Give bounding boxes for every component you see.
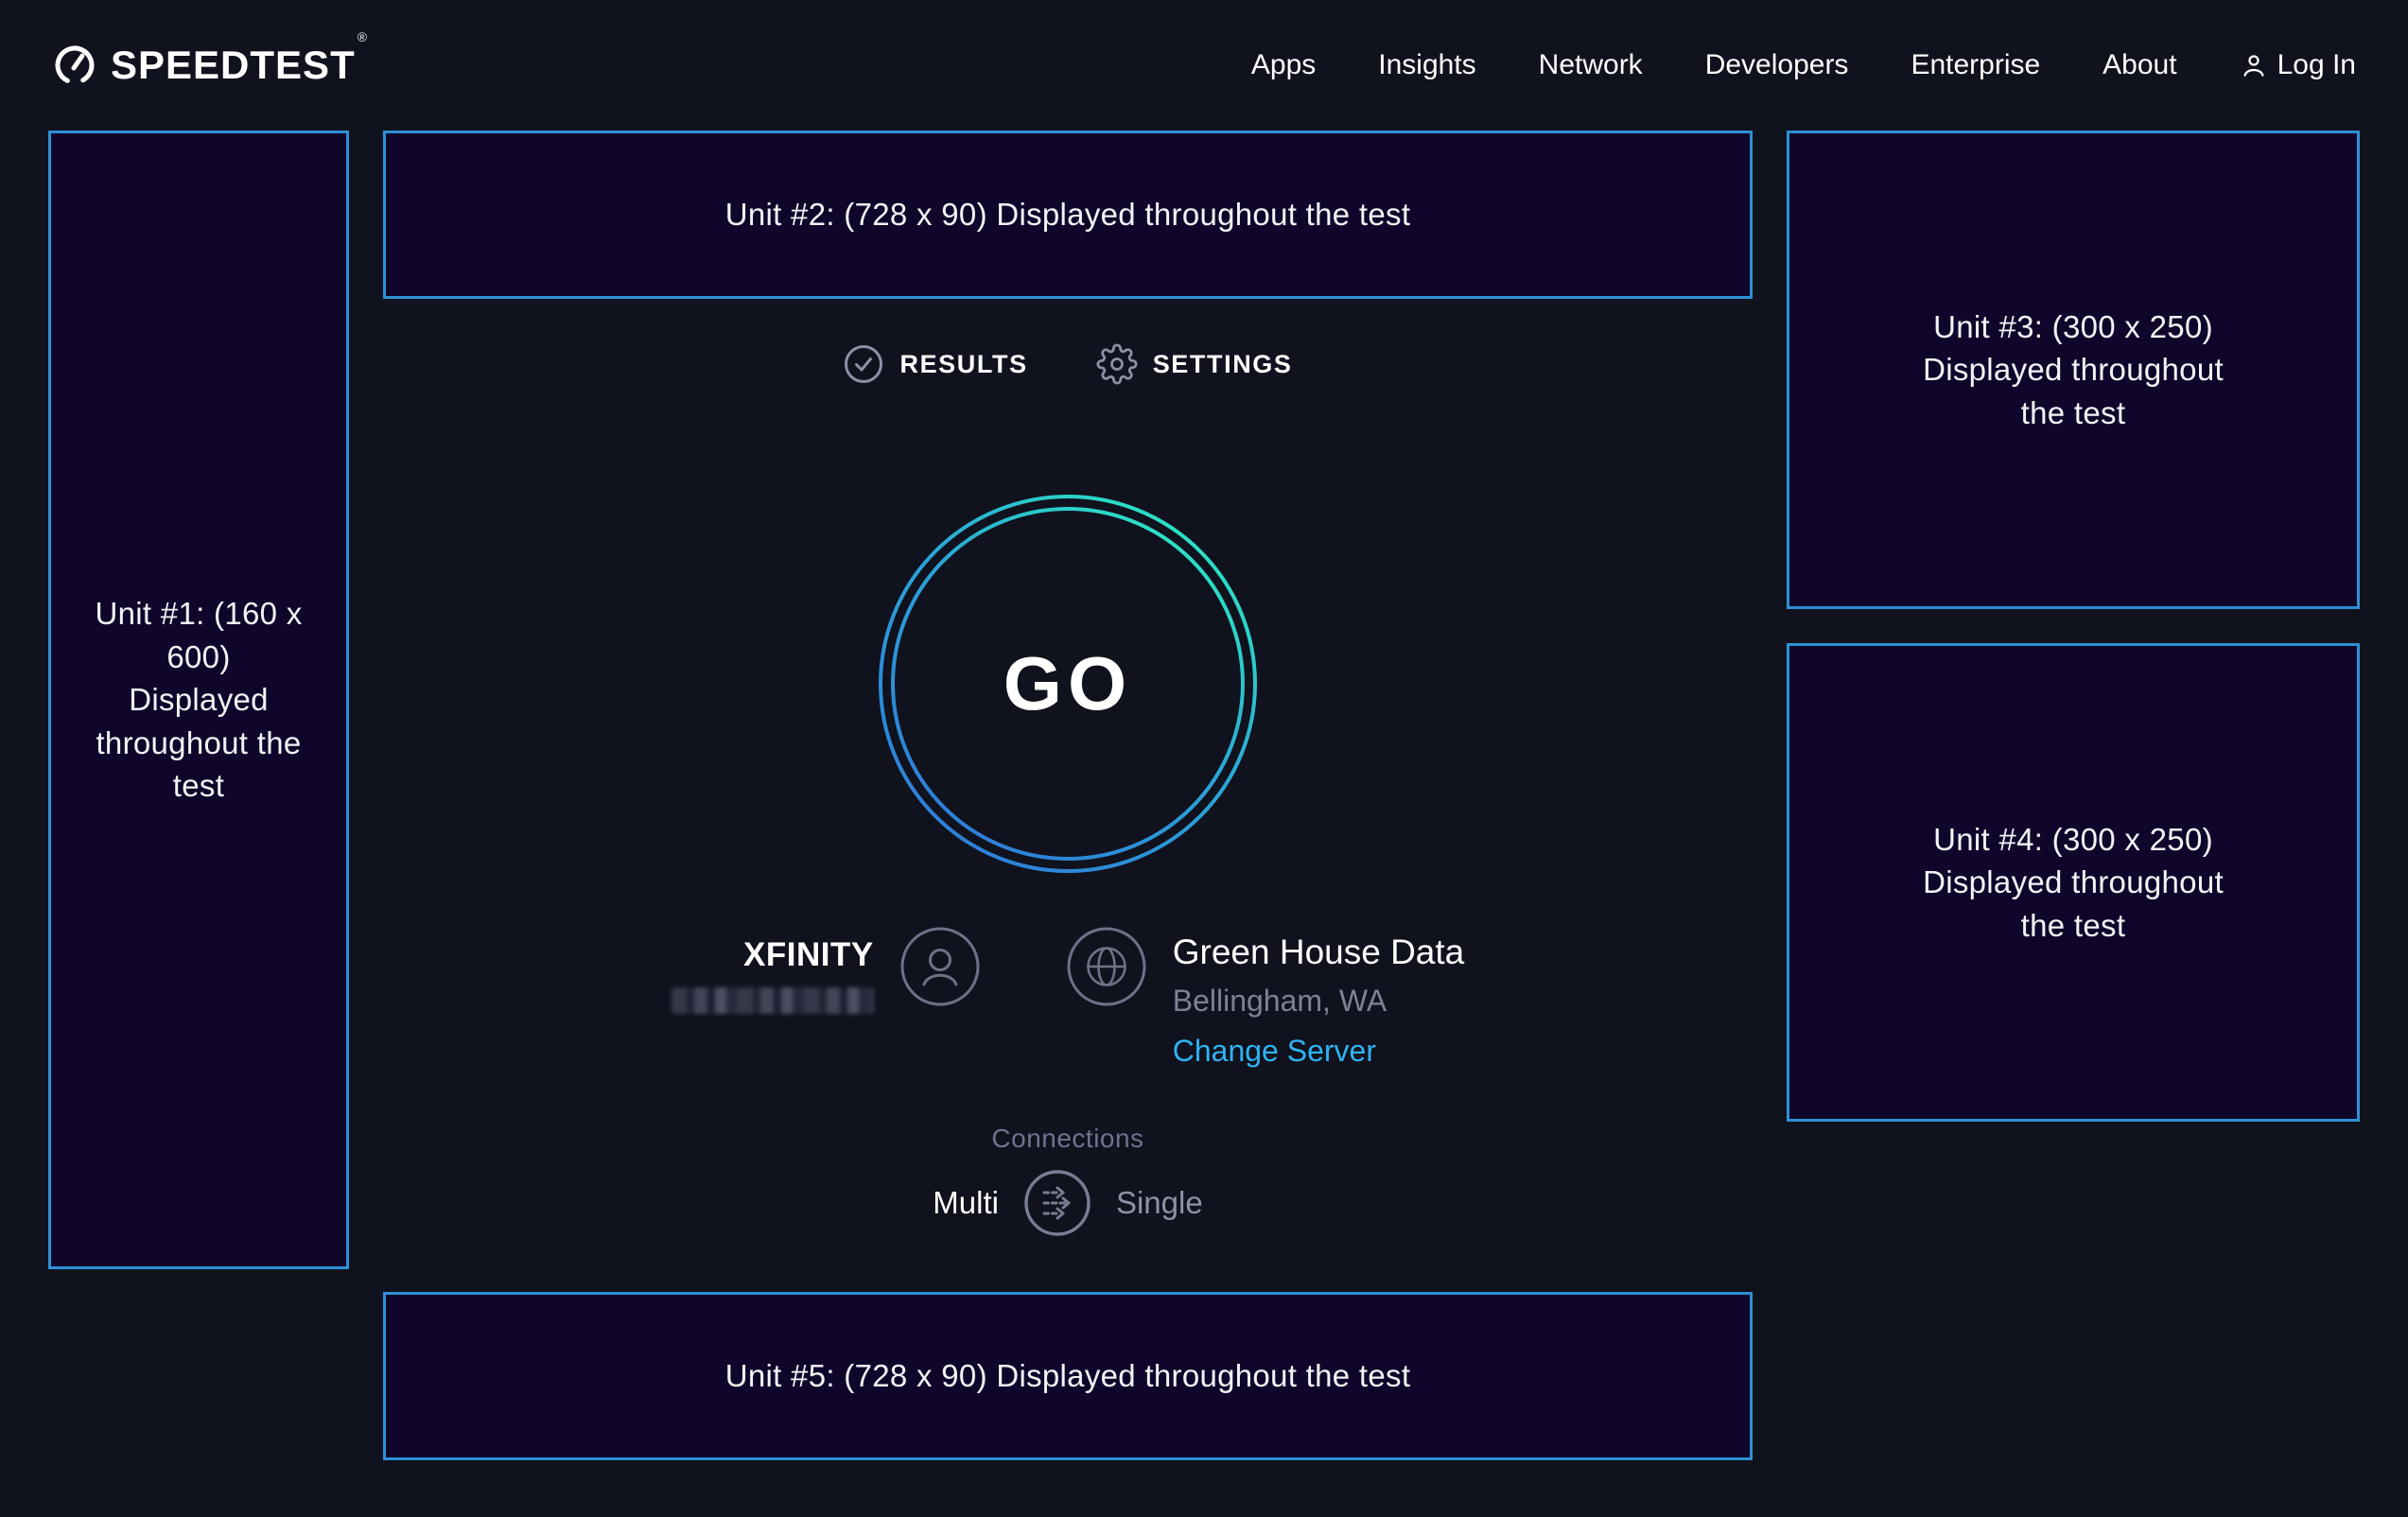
ad-unit-2[interactable]: Unit #2: (728 x 90) Displayed throughout… bbox=[383, 131, 1753, 299]
server-name: Green House Data bbox=[1173, 933, 1465, 972]
check-circle-icon bbox=[843, 343, 884, 385]
ad-unit-1[interactable]: Unit #1: (160 x 600) Displayed throughou… bbox=[48, 131, 349, 1269]
main-content: Unit #1: (160 x 600) Displayed throughou… bbox=[0, 131, 2408, 1460]
go-button[interactable]: GO bbox=[877, 493, 1259, 875]
tab-settings[interactable]: SETTINGS bbox=[1096, 343, 1293, 385]
isp-block: XFINITY bbox=[672, 936, 874, 1014]
server-location: Bellingham, WA bbox=[1173, 984, 1387, 1019]
ad-unit-5[interactable]: Unit #5: (728 x 90) Displayed throughout… bbox=[383, 1292, 1753, 1460]
tab-results-label: RESULTS bbox=[899, 350, 1027, 379]
tab-settings-label: SETTINGS bbox=[1153, 350, 1293, 379]
ad-unit-1-text: Unit #1: (160 x 600) Displayed throughou… bbox=[95, 592, 303, 808]
tabs-row: RESULTS SETTINGS bbox=[843, 341, 1292, 387]
nav-item-apps[interactable]: Apps bbox=[1251, 49, 1316, 81]
ad-unit-5-text: Unit #5: (728 x 90) Displayed throughout… bbox=[725, 1354, 1411, 1398]
speedtest-logo[interactable]: SPEEDTEST® bbox=[52, 43, 366, 88]
connections-section: Connections Multi Single bbox=[933, 1124, 1202, 1237]
gauge-icon bbox=[52, 43, 97, 88]
globe-circle-icon bbox=[1067, 927, 1146, 1006]
go-button-label: GO bbox=[877, 493, 1259, 875]
ad-unit-4-text: Unit #4: (300 x 250) Displayed throughou… bbox=[1899, 818, 2247, 948]
speedtest-panel: Unit #2: (728 x 90) Displayed throughout… bbox=[383, 131, 1753, 1460]
connection-meta-row: XFINITY Green Hou bbox=[672, 927, 1465, 1069]
nav-item-developers[interactable]: Developers bbox=[1705, 49, 1849, 81]
trademark-mark: ® bbox=[358, 29, 368, 44]
tab-results[interactable]: RESULTS bbox=[843, 343, 1027, 385]
connections-option-multi[interactable]: Multi bbox=[933, 1185, 999, 1221]
nav-item-network[interactable]: Network bbox=[1539, 49, 1643, 81]
right-rail: Unit #3: (300 x 250) Displayed throughou… bbox=[1787, 131, 2360, 1122]
connections-label: Connections bbox=[991, 1124, 1143, 1154]
gear-icon bbox=[1096, 343, 1138, 385]
ad-unit-2-text: Unit #2: (728 x 90) Displayed throughout… bbox=[725, 193, 1411, 236]
nav-item-insights[interactable]: Insights bbox=[1378, 49, 1475, 81]
ad-unit-4[interactable]: Unit #4: (300 x 250) Displayed throughou… bbox=[1787, 643, 2360, 1122]
multi-connections-icon[interactable] bbox=[1023, 1169, 1091, 1237]
main-nav: Apps Insights Network Developers Enterpr… bbox=[1251, 49, 2356, 81]
nav-item-enterprise[interactable]: Enterprise bbox=[1911, 49, 2040, 81]
connections-option-single[interactable]: Single bbox=[1116, 1185, 1203, 1221]
user-icon bbox=[2240, 51, 2268, 79]
login-button[interactable]: Log In bbox=[2240, 49, 2356, 81]
logo-text: SPEEDTEST® bbox=[111, 43, 366, 88]
server-block: Green House Data Bellingham, WA Change S… bbox=[1173, 933, 1465, 1069]
change-server-link[interactable]: Change Server bbox=[1173, 1034, 1376, 1069]
ad-unit-3-text: Unit #3: (300 x 250) Displayed throughou… bbox=[1899, 305, 2247, 435]
login-label: Log In bbox=[2277, 49, 2356, 81]
nav-item-about[interactable]: About bbox=[2103, 49, 2176, 81]
ad-unit-3[interactable]: Unit #3: (300 x 250) Displayed throughou… bbox=[1787, 131, 2360, 609]
ip-address-redacted bbox=[672, 987, 874, 1014]
left-rail: Unit #1: (160 x 600) Displayed throughou… bbox=[48, 131, 349, 1269]
top-nav: SPEEDTEST® Apps Insights Network Develop… bbox=[0, 0, 2408, 131]
person-circle-icon bbox=[900, 927, 980, 1006]
connections-toggle: Multi Single bbox=[933, 1169, 1202, 1237]
isp-name: XFINITY bbox=[743, 936, 874, 974]
